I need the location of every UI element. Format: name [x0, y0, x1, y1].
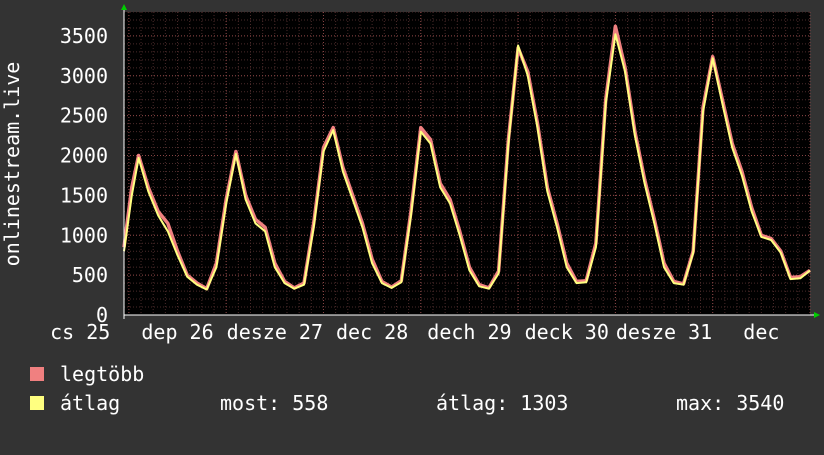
legend-label-avg: átlag — [60, 391, 121, 415]
y-tick-label: 1500 — [60, 183, 108, 207]
stat-avg: átlag: 1303 — [436, 391, 569, 415]
y-tick-label: 2500 — [60, 104, 108, 128]
x-tick-label: dep 26 — [141, 320, 213, 344]
legend-label-max: legtöbb — [60, 362, 145, 386]
legend-item-avg: átlag — [30, 393, 120, 453]
x-tick-label: dech 29 — [427, 320, 511, 344]
stat-now: most: 558 — [220, 391, 329, 415]
chart-grid — [124, 11, 811, 316]
x-axis-arrow — [814, 312, 820, 318]
y-tick-label: 3500 — [60, 24, 108, 48]
y-tick-label: 500 — [72, 263, 108, 287]
y-axis-label: onlinestream.live — [0, 62, 24, 267]
x-tick-label: desze 27 — [227, 320, 323, 344]
legend-swatch-max — [30, 367, 44, 381]
y-axis-arrow — [121, 4, 127, 10]
x-axis-ticks: cs 25 dep 26 desze 27 dec 28 dech 29 deck 30 d… — [50, 320, 779, 344]
x-tick-label: desze 31 — [616, 320, 712, 344]
line-chart: 0500100015002000250030003500 cs 25 dep 26… — [0, 4, 820, 344]
y-tick-label: 2000 — [60, 144, 108, 168]
legend-swatch-avg — [30, 396, 44, 410]
x-tick-label: deck 30 — [525, 320, 609, 344]
y-axis-ticks: 0500100015002000250030003500 — [60, 24, 108, 327]
stat-max: max: 3540 — [676, 391, 785, 415]
x-tick-label: dec 28 — [336, 320, 408, 344]
y-tick-label: 3000 — [60, 64, 108, 88]
x-tick-label: dec — [743, 320, 779, 344]
y-tick-label: 1000 — [60, 223, 108, 247]
x-tick-label: cs 25 — [50, 320, 110, 344]
